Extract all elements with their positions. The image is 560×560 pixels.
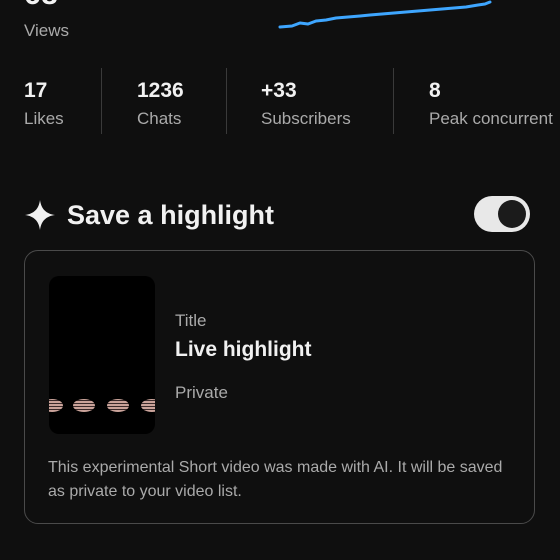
stat-label: Subscribers xyxy=(261,109,351,128)
views-trend-line xyxy=(278,0,492,29)
highlight-header: Save a highlight xyxy=(24,196,536,238)
stat-likes: 17 Likes xyxy=(24,68,64,134)
stat-label: Likes xyxy=(24,109,64,128)
stat-subscribers: +33 Subscribers xyxy=(261,68,351,134)
thumbnail-light xyxy=(73,399,95,412)
stat-value: 1236 xyxy=(137,79,184,102)
stats-row: 17 Likes 1236 Chats +33 Subscribers 8 Pe… xyxy=(0,68,560,134)
privacy-status: Private xyxy=(175,383,228,402)
stat-divider xyxy=(101,68,102,134)
views-label: Views xyxy=(24,21,70,40)
live-stream-analytics-page: 68 Views 17 Likes 1236 Chats +33 Subscri… xyxy=(0,0,560,560)
stat-divider xyxy=(393,68,394,134)
stat-label: Chats xyxy=(137,109,182,128)
highlight-heading: Save a highlight xyxy=(67,200,275,230)
views-count: 68 xyxy=(24,0,58,12)
stat-peak-concurrent: 8 Peak concurrent xyxy=(429,68,553,134)
thumbnail-light xyxy=(49,399,63,412)
title-field-label: Title xyxy=(175,311,207,330)
stat-value: 8 xyxy=(429,79,441,102)
stat-value: +33 xyxy=(261,79,297,102)
stat-label: Peak concurrent xyxy=(429,109,553,128)
stat-divider xyxy=(226,68,227,134)
sparkle-icon xyxy=(25,200,55,230)
thumbnail-light xyxy=(107,399,129,412)
stat-value: 17 xyxy=(24,79,48,102)
stat-chats: 1236 Chats xyxy=(137,68,184,134)
toggle-knob xyxy=(498,200,526,228)
highlight-description: This experimental Short video was made w… xyxy=(48,459,503,500)
save-highlight-toggle[interactable] xyxy=(474,196,530,232)
thumbnail-light xyxy=(141,399,155,412)
highlight-thumbnail[interactable] xyxy=(49,276,155,434)
highlight-card[interactable]: Title Live highlight Private This experi… xyxy=(24,250,535,524)
highlight-title: Live highlight xyxy=(175,338,312,361)
